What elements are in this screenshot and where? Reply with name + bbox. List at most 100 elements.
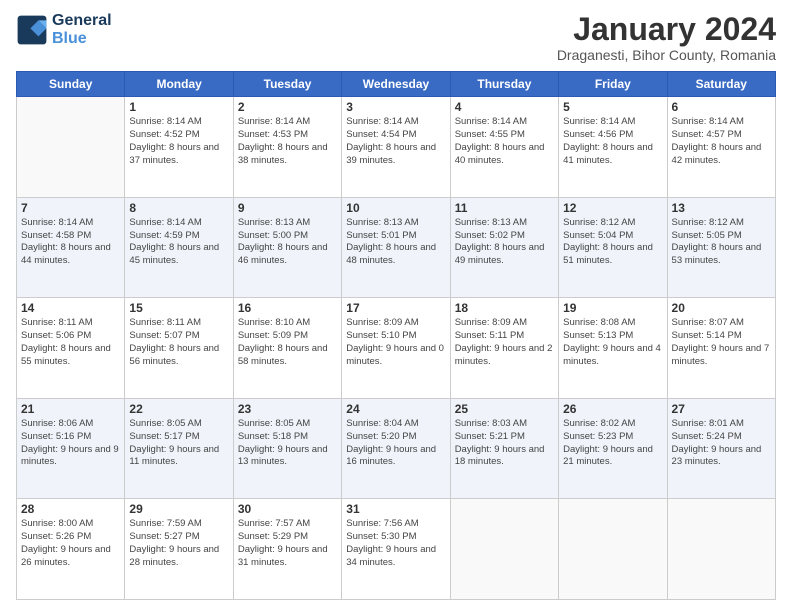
day-info: Sunrise: 8:11 AMSunset: 5:06 PMDaylight:… xyxy=(21,317,120,368)
calendar-cell: 9Sunrise: 8:13 AMSunset: 5:00 PMDaylight… xyxy=(233,197,341,298)
day-number: 13 xyxy=(672,201,771,215)
day-info: Sunrise: 7:59 AMSunset: 5:27 PMDaylight:… xyxy=(129,518,228,569)
day-number: 19 xyxy=(563,301,662,315)
day-number: 7 xyxy=(21,201,120,215)
calendar-cell: 22 Sunrise: 8:05 AMSunset: 5:17 PMDayligh… xyxy=(125,398,233,499)
day-info: Sunrise: 8:11 AMSunset: 5:07 PMDaylight:… xyxy=(129,317,228,368)
logo-icon xyxy=(16,14,48,46)
day-info: Sunrise: 8:13 AMSunset: 5:02 PMDaylight:… xyxy=(455,217,554,268)
day-info: Sunrise: 8:02 AMSunset: 5:23 PMDaylight:… xyxy=(563,418,662,469)
calendar-cell: 27 Sunrise: 8:01 AMSunset: 5:24 PMDayligh… xyxy=(667,398,775,499)
day-number: 1 xyxy=(129,100,228,114)
calendar-cell: 20 Sunrise: 8:07 AMSunset: 5:14 PMDayligh… xyxy=(667,298,775,399)
day-number: 28 xyxy=(21,502,120,516)
day-info: Sunrise: 8:01 AMSunset: 5:24 PMDaylight:… xyxy=(672,418,771,469)
calendar-cell: 24 Sunrise: 8:04 AMSunset: 5:20 PMDayligh… xyxy=(342,398,450,499)
calendar-cell: 15 Sunrise: 8:11 AMSunset: 5:07 PMDayligh… xyxy=(125,298,233,399)
calendar-cell: 10 Sunrise: 8:13 AMSunset: 5:01 PMDayligh… xyxy=(342,197,450,298)
calendar-cell: 25Sunrise: 8:03 AMSunset: 5:21 PMDayligh… xyxy=(450,398,558,499)
day-info: Sunrise: 8:14 AMSunset: 4:53 PMDaylight:… xyxy=(238,116,337,167)
calendar-cell: 11 Sunrise: 8:13 AMSunset: 5:02 PMDayligh… xyxy=(450,197,558,298)
calendar-cell: 8Sunrise: 8:14 AMSunset: 4:59 PMDaylight… xyxy=(125,197,233,298)
day-info: Sunrise: 8:00 AMSunset: 5:26 PMDaylight:… xyxy=(21,518,120,569)
page: General Blue January 2024 Draganesti, Bi… xyxy=(0,0,792,612)
day-info: Sunrise: 8:14 AMSunset: 4:55 PMDaylight:… xyxy=(455,116,554,167)
day-number: 15 xyxy=(129,301,228,315)
day-info: Sunrise: 8:08 AMSunset: 5:13 PMDaylight:… xyxy=(563,317,662,368)
weekday-header-cell: Tuesday xyxy=(233,72,341,97)
day-info: Sunrise: 8:04 AMSunset: 5:20 PMDaylight:… xyxy=(346,418,445,469)
calendar-cell: 5 Sunrise: 8:14 AMSunset: 4:56 PMDaylight… xyxy=(559,97,667,198)
weekday-header-cell: Sunday xyxy=(17,72,125,97)
calendar-cell: 16Sunrise: 8:10 AMSunset: 5:09 PMDayligh… xyxy=(233,298,341,399)
calendar-cell: 21Sunrise: 8:06 AMSunset: 5:16 PMDayligh… xyxy=(17,398,125,499)
day-info: Sunrise: 8:14 AMSunset: 4:52 PMDaylight:… xyxy=(129,116,228,167)
day-number: 4 xyxy=(455,100,554,114)
day-info: Sunrise: 8:06 AMSunset: 5:16 PMDaylight:… xyxy=(21,418,120,469)
calendar-cell: 1 Sunrise: 8:14 AMSunset: 4:52 PMDaylight… xyxy=(125,97,233,198)
day-info: Sunrise: 8:14 AMSunset: 4:57 PMDaylight:… xyxy=(672,116,771,167)
day-info: Sunrise: 8:03 AMSunset: 5:21 PMDaylight:… xyxy=(455,418,554,469)
day-info: Sunrise: 8:07 AMSunset: 5:14 PMDaylight:… xyxy=(672,317,771,368)
calendar-cell: 26 Sunrise: 8:02 AMSunset: 5:23 PMDayligh… xyxy=(559,398,667,499)
logo-text: General Blue xyxy=(52,12,112,47)
calendar-cell: 7 Sunrise: 8:14 AMSunset: 4:58 PMDaylight… xyxy=(17,197,125,298)
day-number: 11 xyxy=(455,201,554,215)
day-info: Sunrise: 8:10 AMSunset: 5:09 PMDaylight:… xyxy=(238,317,337,368)
day-info: Sunrise: 8:13 AMSunset: 5:01 PMDaylight:… xyxy=(346,217,445,268)
day-number: 24 xyxy=(346,402,445,416)
day-info: Sunrise: 8:09 AMSunset: 5:10 PMDaylight:… xyxy=(346,317,445,368)
day-info: Sunrise: 7:56 AMSunset: 5:30 PMDaylight:… xyxy=(346,518,445,569)
weekday-header-cell: Wednesday xyxy=(342,72,450,97)
calendar-cell: 14 Sunrise: 8:11 AMSunset: 5:06 PMDayligh… xyxy=(17,298,125,399)
day-number: 5 xyxy=(563,100,662,114)
calendar-cell xyxy=(559,499,667,600)
subtitle: Draganesti, Bihor County, Romania xyxy=(557,47,776,63)
main-title: January 2024 xyxy=(557,12,776,47)
calendar-cell: 3Sunrise: 8:14 AMSunset: 4:54 PMDaylight… xyxy=(342,97,450,198)
day-number: 17 xyxy=(346,301,445,315)
day-info: Sunrise: 8:14 AMSunset: 4:56 PMDaylight:… xyxy=(563,116,662,167)
day-number: 14 xyxy=(21,301,120,315)
day-number: 20 xyxy=(672,301,771,315)
calendar-week-row: 1 Sunrise: 8:14 AMSunset: 4:52 PMDaylight… xyxy=(17,97,776,198)
calendar-cell: 12 Sunrise: 8:12 AMSunset: 5:04 PMDayligh… xyxy=(559,197,667,298)
calendar-cell: 28 Sunrise: 8:00 AMSunset: 5:26 PMDayligh… xyxy=(17,499,125,600)
day-number: 10 xyxy=(346,201,445,215)
day-number: 31 xyxy=(346,502,445,516)
calendar-cell: 23 Sunrise: 8:05 AMSunset: 5:18 PMDayligh… xyxy=(233,398,341,499)
day-info: Sunrise: 8:14 AMSunset: 4:58 PMDaylight:… xyxy=(21,217,120,268)
day-number: 12 xyxy=(563,201,662,215)
calendar-cell: 13 Sunrise: 8:12 AMSunset: 5:05 PMDayligh… xyxy=(667,197,775,298)
calendar-cell: 29 Sunrise: 7:59 AMSunset: 5:27 PMDayligh… xyxy=(125,499,233,600)
calendar-cell: 19 Sunrise: 8:08 AMSunset: 5:13 PMDayligh… xyxy=(559,298,667,399)
calendar-cell: 18Sunrise: 8:09 AMSunset: 5:11 PMDayligh… xyxy=(450,298,558,399)
calendar-cell xyxy=(450,499,558,600)
weekday-header-cell: Saturday xyxy=(667,72,775,97)
weekday-header-cell: Thursday xyxy=(450,72,558,97)
calendar-cell xyxy=(667,499,775,600)
calendar-week-row: 28 Sunrise: 8:00 AMSunset: 5:26 PMDayligh… xyxy=(17,499,776,600)
day-info: Sunrise: 7:57 AMSunset: 5:29 PMDaylight:… xyxy=(238,518,337,569)
calendar-cell: 2Sunrise: 8:14 AMSunset: 4:53 PMDaylight… xyxy=(233,97,341,198)
calendar-cell: 30Sunrise: 7:57 AMSunset: 5:29 PMDayligh… xyxy=(233,499,341,600)
weekday-header: SundayMondayTuesdayWednesdayThursdayFrid… xyxy=(17,72,776,97)
day-number: 27 xyxy=(672,402,771,416)
weekday-header-cell: Monday xyxy=(125,72,233,97)
day-number: 23 xyxy=(238,402,337,416)
day-number: 3 xyxy=(346,100,445,114)
day-info: Sunrise: 8:13 AMSunset: 5:00 PMDaylight:… xyxy=(238,217,337,268)
day-number: 8 xyxy=(129,201,228,215)
day-info: Sunrise: 8:05 AMSunset: 5:18 PMDaylight:… xyxy=(238,418,337,469)
day-number: 29 xyxy=(129,502,228,516)
day-number: 22 xyxy=(129,402,228,416)
calendar-cell xyxy=(17,97,125,198)
calendar-cell: 4 Sunrise: 8:14 AMSunset: 4:55 PMDaylight… xyxy=(450,97,558,198)
day-info: Sunrise: 8:12 AMSunset: 5:04 PMDaylight:… xyxy=(563,217,662,268)
day-info: Sunrise: 8:12 AMSunset: 5:05 PMDaylight:… xyxy=(672,217,771,268)
day-info: Sunrise: 8:05 AMSunset: 5:17 PMDaylight:… xyxy=(129,418,228,469)
day-number: 6 xyxy=(672,100,771,114)
calendar-week-row: 14 Sunrise: 8:11 AMSunset: 5:06 PMDayligh… xyxy=(17,298,776,399)
day-number: 26 xyxy=(563,402,662,416)
day-number: 18 xyxy=(455,301,554,315)
